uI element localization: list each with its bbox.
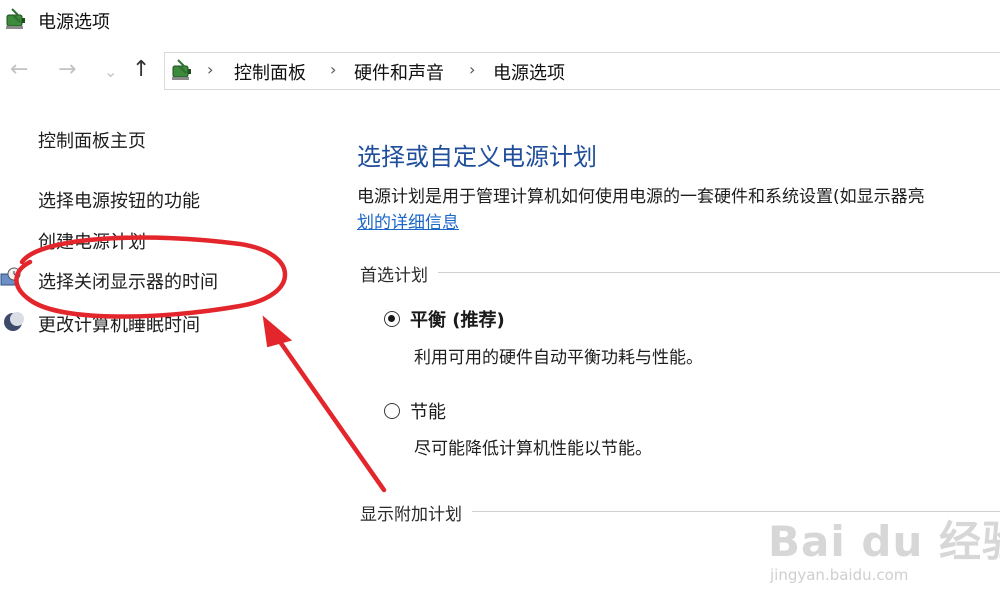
annotation-arrowhead bbox=[262, 315, 293, 348]
navigation-bar: ← → ⌄ ↑ › 控制面板 › 硬件和声音 › 电源选项 bbox=[0, 50, 1000, 92]
up-arrow-icon[interactable]: ↑ bbox=[132, 58, 150, 82]
back-arrow-icon[interactable]: ← bbox=[10, 58, 28, 82]
plan-balanced-label[interactable]: 平衡 (推荐) bbox=[410, 306, 505, 332]
plan-balanced-radio[interactable] bbox=[384, 311, 400, 327]
recent-locations-chevron-icon[interactable]: ⌄ bbox=[104, 60, 117, 84]
breadcrumb-separator-icon[interactable]: › bbox=[207, 60, 213, 79]
breadcrumb-separator-icon[interactable]: › bbox=[330, 60, 336, 79]
sidebar-link-display-off-time[interactable]: 选择关闭显示器的时间 bbox=[38, 268, 218, 294]
baidu-watermark-logo: Bai du 经验 bbox=[768, 517, 1000, 566]
sidebar-link-control-panel-home[interactable]: 控制面板主页 bbox=[38, 127, 146, 153]
plan-power-saver-radio[interactable] bbox=[384, 403, 400, 419]
sidebar-link-computer-sleep-time[interactable]: 更改计算机睡眠时间 bbox=[38, 311, 200, 337]
plan-power-saver-description: 尽可能降低计算机性能以节能。 bbox=[414, 439, 652, 459]
breadcrumb-control-panel[interactable]: 控制面板 bbox=[234, 59, 306, 85]
show-additional-plans-toggle[interactable]: 显示附加计划 bbox=[360, 500, 472, 525]
preferred-plans-heading: 首选计划 bbox=[360, 261, 438, 286]
control-panel-icon bbox=[172, 59, 191, 80]
power-options-icon bbox=[6, 8, 25, 29]
power-plan-description: 电源计划是用于管理计算机如何使用电源的一套硬件和系统设置(如显示器亮 bbox=[357, 187, 925, 207]
sleep-moon-icon bbox=[4, 312, 24, 331]
baidu-watermark-url: jingyan.baidu.com bbox=[770, 566, 909, 584]
preferred-plans-divider bbox=[360, 272, 1000, 273]
page-title: 选择或自定义电源计划 bbox=[357, 143, 597, 171]
monitor-clock-icon bbox=[0, 267, 21, 286]
breadcrumb-separator-icon[interactable]: › bbox=[469, 60, 475, 79]
plan-power-saver-label[interactable]: 节能 bbox=[410, 398, 446, 424]
breadcrumb-power-options[interactable]: 电源选项 bbox=[493, 59, 565, 85]
address-bar[interactable]: › 控制面板 › 硬件和声音 › 电源选项 bbox=[164, 52, 1000, 90]
sidebar-link-create-power-plan[interactable]: 创建电源计划 bbox=[38, 228, 146, 254]
breadcrumb-hardware-sound[interactable]: 硬件和声音 bbox=[354, 59, 444, 85]
forward-arrow-icon[interactable]: → bbox=[58, 58, 76, 82]
sidebar-link-power-button-function[interactable]: 选择电源按钮的功能 bbox=[38, 187, 200, 213]
title-bar: 电源选项 bbox=[0, 0, 1000, 40]
plan-balanced-description: 利用可用的硬件自动平衡功耗与性能。 bbox=[414, 348, 703, 368]
window-title: 电源选项 bbox=[38, 12, 110, 33]
annotation-arrow-shaft bbox=[273, 333, 387, 493]
power-plan-details-link[interactable]: 划的详细信息 bbox=[357, 208, 459, 233]
